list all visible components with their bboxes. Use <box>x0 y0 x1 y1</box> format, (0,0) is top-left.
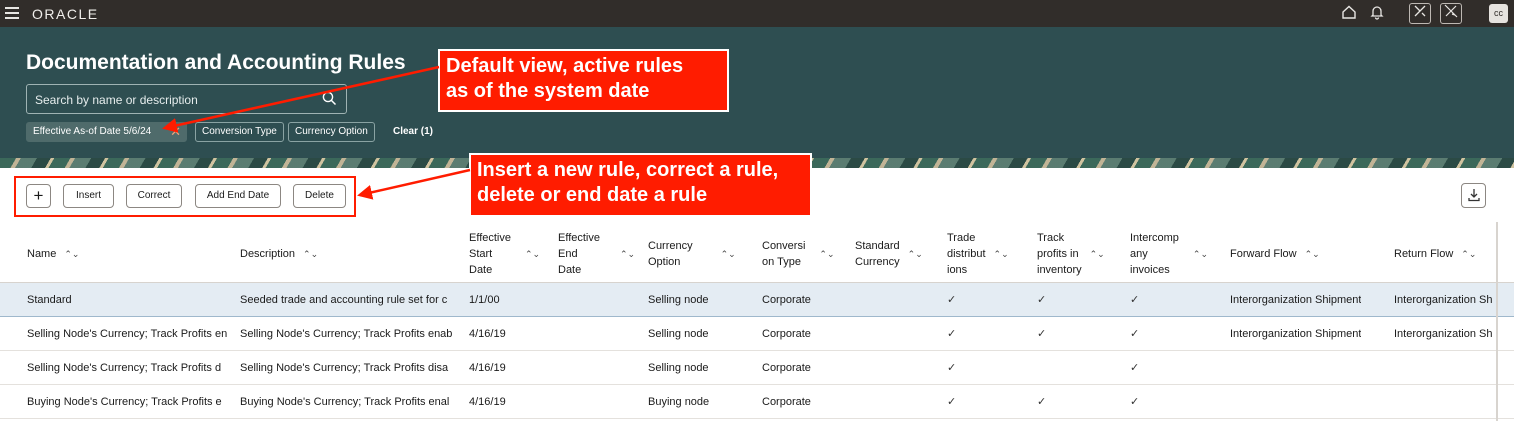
check-icon: ✓ <box>1130 362 1140 374</box>
global-header: ORACLE cc <box>0 0 1514 27</box>
cell-start-date: 1/1/00 <box>469 294 500 306</box>
cell-currency-option: Buying node <box>648 396 710 408</box>
filter-chip-conversion-type[interactable]: Conversion Type <box>195 122 284 142</box>
download-icon <box>1467 189 1481 205</box>
cell-description: Seeded trade and accounting rule set for… <box>240 294 448 306</box>
clear-filters-link[interactable]: Clear (1) <box>393 126 433 137</box>
cell-conversion-type: Corporate <box>762 294 811 306</box>
cell-conversion-type: Corporate <box>762 362 811 374</box>
check-icon: ✓ <box>947 328 957 340</box>
column-header-description[interactable]: Description ⌃⌄ <box>240 230 318 278</box>
home-icon[interactable] <box>1340 4 1358 25</box>
filter-chip-currency-option[interactable]: Currency Option <box>288 122 375 142</box>
table-row[interactable]: Selling Node's Currency; Track Profits e… <box>0 317 1514 351</box>
cell-currency-option: Selling node <box>648 328 709 340</box>
cell-name: Buying Node's Currency; Track Profits e <box>27 396 222 408</box>
table-row[interactable]: Standard Seeded trade and accounting rul… <box>0 283 1514 317</box>
cell-name: Standard <box>27 294 72 306</box>
cell-description: Buying Node's Currency; Track Profits en… <box>240 396 450 408</box>
column-header-track-profits[interactable]: Track profits in inventory ⌃⌄ <box>1037 230 1105 278</box>
cell-return-flow: Interorganization Sh <box>1394 328 1493 340</box>
search-input[interactable] <box>35 91 315 109</box>
check-icon: ✓ <box>1130 396 1140 408</box>
search-icon[interactable] <box>322 91 337 106</box>
cell-conversion-type: Corporate <box>762 328 811 340</box>
user-avatar[interactable]: cc <box>1489 4 1508 23</box>
hamburger-icon[interactable] <box>5 7 19 19</box>
tools-off-icon[interactable] <box>1440 3 1462 24</box>
cell-start-date: 4/16/19 <box>469 328 506 340</box>
annotation-arrow-2 <box>357 168 471 200</box>
cell-name: Selling Node's Currency; Track Profits d <box>27 362 222 374</box>
column-header-name[interactable]: Name ⌃⌄ <box>27 230 79 278</box>
annotation-highlight-box <box>14 176 356 217</box>
bell-icon[interactable] <box>1368 4 1386 25</box>
column-header-intercompany-invoices[interactable]: Intercomp any invoices ⌃⌄ <box>1130 230 1208 278</box>
check-icon: ✓ <box>1130 294 1140 306</box>
page-header: Documentation and Accounting Rules Effec… <box>0 27 1514 168</box>
search-field[interactable] <box>26 84 347 114</box>
cell-currency-option: Selling node <box>648 362 709 374</box>
cell-conversion-type: Corporate <box>762 396 811 408</box>
check-icon: ✓ <box>1037 294 1047 306</box>
cell-description: Selling Node's Currency; Track Profits e… <box>240 328 453 340</box>
filter-chip-label: Effective As-of Date 5/6/24 <box>33 126 152 137</box>
cell-description: Selling Node's Currency; Track Profits d… <box>240 362 449 374</box>
check-icon: ✓ <box>1037 396 1047 408</box>
cell-name: Selling Node's Currency; Track Profits e… <box>27 328 228 340</box>
check-icon: ✓ <box>1037 328 1047 340</box>
annotation-callout-toolbar: Insert a new rule, correct a rule, delet… <box>469 153 812 217</box>
column-header-conversion-type[interactable]: Conversi on Type ⌃⌄ <box>762 230 835 278</box>
cell-return-flow <box>1394 351 1496 385</box>
column-scroll-edge <box>1496 222 1498 421</box>
column-header-return-flow[interactable]: Return Flow ⌃⌄ <box>1394 230 1476 278</box>
column-header-effective-end-date[interactable]: Effective End Date ⌃⌄ <box>558 230 635 278</box>
check-icon: ✓ <box>947 362 957 374</box>
cell-start-date: 4/16/19 <box>469 362 506 374</box>
cell-start-date: 4/16/19 <box>469 396 506 408</box>
cell-forward-flow: Interorganization Shipment <box>1230 328 1362 340</box>
download-button[interactable] <box>1461 183 1486 208</box>
column-header-currency-option[interactable]: Currency Option ⌃⌄ <box>648 230 736 278</box>
check-icon: ✓ <box>1130 328 1140 340</box>
cell-return-flow <box>1394 385 1496 419</box>
page-title: Documentation and Accounting Rules <box>26 51 406 74</box>
close-icon[interactable]: ✕ <box>170 123 181 141</box>
check-icon: ✓ <box>947 294 957 306</box>
column-header-standard-currency[interactable]: Standard Currency ⌃⌄ <box>855 230 923 278</box>
cell-forward-flow: Interorganization Shipment <box>1230 294 1362 306</box>
annotation-callout-default-view: Default view, active rules as of the sys… <box>438 49 729 112</box>
tools-icon[interactable] <box>1409 3 1431 24</box>
table-row[interactable]: Buying Node's Currency; Track Profits e … <box>0 385 1514 419</box>
column-header-trade-distributions[interactable]: Trade distribut ions ⌃⌄ <box>947 230 1009 278</box>
table-row[interactable]: Selling Node's Currency; Track Profits d… <box>0 351 1514 385</box>
check-icon: ✓ <box>947 396 957 408</box>
column-header-effective-start-date[interactable]: Effective Start Date ⌃⌄ <box>469 230 540 278</box>
cell-currency-option: Selling node <box>648 294 709 306</box>
oracle-logo[interactable]: ORACLE <box>32 6 99 22</box>
cell-return-flow: Interorganization Sh <box>1394 294 1493 306</box>
column-header-forward-flow[interactable]: Forward Flow ⌃⌄ <box>1230 230 1320 278</box>
filter-chip-effective-date[interactable]: Effective As-of Date 5/6/24 ✕ <box>26 122 187 142</box>
